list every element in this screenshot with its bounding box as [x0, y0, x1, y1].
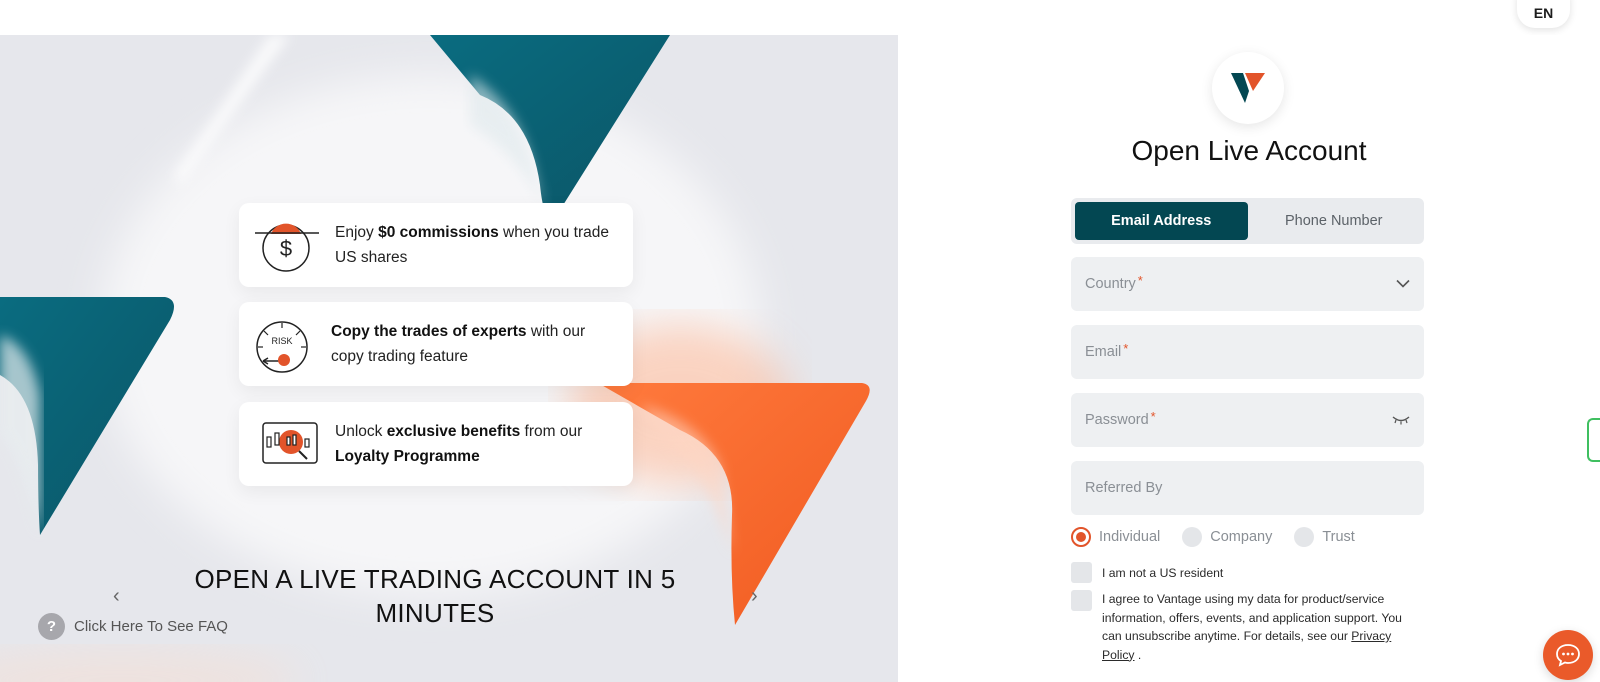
feature-card-copy-trading: RISK Copy the trades of experts with our…	[239, 302, 633, 386]
svg-text:$: $	[280, 236, 292, 261]
loyalty-chart-icon	[262, 422, 318, 464]
us-resident-checkbox[interactable]	[1071, 562, 1092, 583]
feature-text: Unlock exclusive benefits from our Loyal…	[335, 423, 583, 465]
dollar-coin-icon: $	[255, 223, 319, 272]
feature-card-loyalty: Unlock exclusive benefits from our Loyal…	[239, 402, 633, 486]
required-mark: *	[1150, 408, 1156, 424]
hero-title: OPEN A LIVE TRADING ACCOUNT IN 5 MINUTES	[194, 564, 676, 628]
referred-by-placeholder: Referred By	[1085, 480, 1163, 496]
eye-closed-icon[interactable]	[1392, 415, 1410, 425]
feature-text: Enjoy $0 commissions when you trade US s…	[335, 224, 609, 266]
feature-card-commissions: $ Enjoy $0 commissions when you trade US…	[239, 203, 633, 287]
brand-logo	[1212, 52, 1284, 124]
radio-trust[interactable]: Trust	[1294, 527, 1355, 547]
tab-phone-number[interactable]: Phone Number	[1248, 202, 1421, 240]
side-widget-tab[interactable]	[1587, 418, 1600, 462]
radio-dot	[1182, 527, 1203, 547]
email-placeholder: Email	[1085, 344, 1122, 360]
us-resident-checkbox-row: I am not a US resident	[1071, 562, 1223, 583]
chevron-down-icon	[1396, 279, 1410, 288]
required-mark: *	[1137, 272, 1143, 288]
faq-label: Click Here To See FAQ	[74, 618, 228, 635]
radio-dot	[1294, 527, 1315, 547]
us-resident-label: I am not a US resident	[1102, 566, 1224, 580]
referred-by-field[interactable]: Referred By	[1071, 461, 1424, 515]
password-placeholder: Password	[1085, 412, 1149, 428]
help-icon: ?	[38, 613, 65, 640]
feature-text: Copy the trades of experts with our copy…	[331, 323, 586, 365]
chat-button[interactable]	[1543, 630, 1593, 680]
email-field[interactable]: Email *	[1071, 325, 1424, 379]
risk-gauge-icon: RISK	[256, 321, 308, 373]
carousel-prev-arrow[interactable]: ‹	[113, 585, 120, 608]
radio-individual[interactable]: Individual	[1071, 527, 1160, 547]
form-title: Open Live Account	[1131, 135, 1367, 166]
password-field[interactable]: Password *	[1071, 393, 1424, 447]
consent-checkbox[interactable]	[1071, 590, 1092, 611]
required-mark: *	[1123, 340, 1129, 356]
vantage-logo-icon	[1231, 73, 1265, 103]
svg-text:RISK: RISK	[271, 336, 292, 346]
account-type-group: Individual Company Trust	[1071, 527, 1377, 547]
carousel-next-arrow[interactable]: ›	[751, 585, 758, 608]
language-selector[interactable]: EN	[1517, 0, 1570, 28]
country-placeholder: Country	[1085, 276, 1136, 292]
radio-company[interactable]: Company	[1182, 527, 1272, 547]
tab-email-address[interactable]: Email Address	[1075, 202, 1248, 240]
hero-section: $ Enjoy $0 commissions when you trade US…	[0, 35, 898, 682]
chat-bubble-icon	[1556, 644, 1580, 667]
radio-label: Individual	[1099, 529, 1161, 545]
radio-label: Trust	[1322, 529, 1355, 545]
faq-link[interactable]: ? Click Here To See FAQ	[38, 613, 228, 640]
radio-label: Company	[1210, 529, 1273, 545]
radio-dot	[1071, 527, 1091, 547]
login-method-tabs: Email Address Phone Number	[1071, 198, 1424, 244]
top-bar	[0, 0, 1600, 35]
consent-checkbox-row: I agree to Vantage using my data for pro…	[1071, 590, 1421, 664]
country-select[interactable]: Country *	[1071, 257, 1424, 311]
consent-text: I agree to Vantage using my data for pro…	[1102, 592, 1402, 662]
